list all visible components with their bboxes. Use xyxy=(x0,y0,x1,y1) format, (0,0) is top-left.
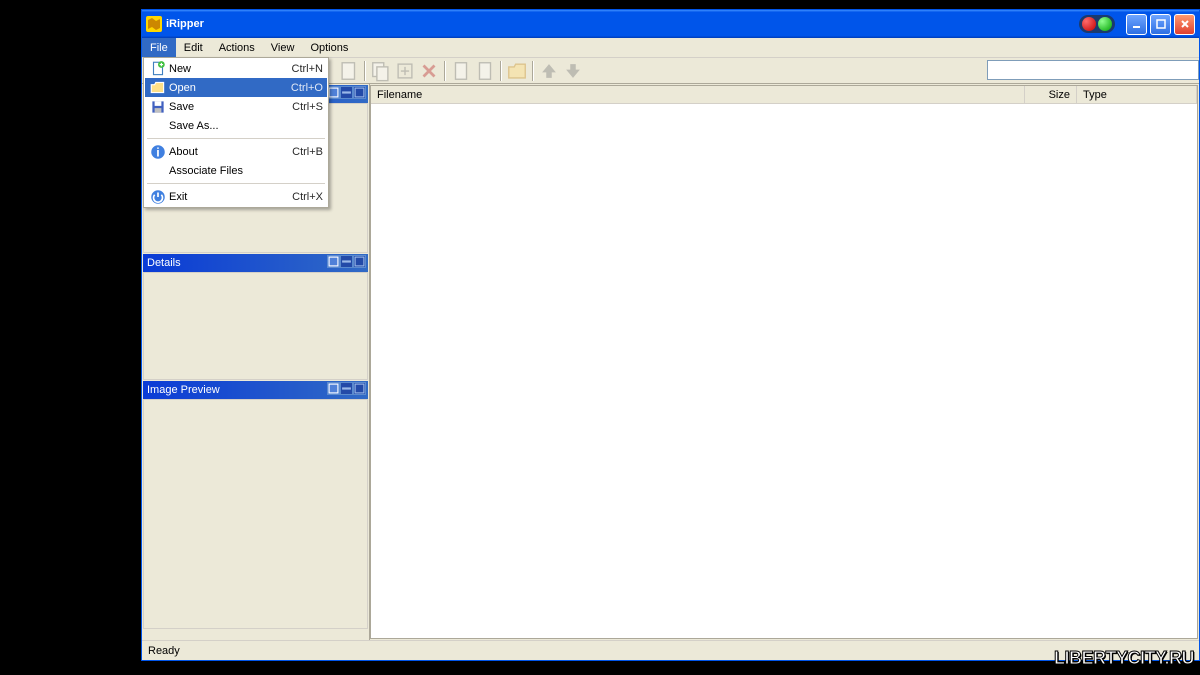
panel-btn-window-icon[interactable] xyxy=(327,382,340,395)
menu-item-associate-files[interactable]: Associate Files xyxy=(145,161,327,180)
menu-separator xyxy=(147,138,325,139)
panel-preview-header[interactable]: Image Preview xyxy=(143,381,368,399)
menu-item-shortcut: Ctrl+B xyxy=(292,146,323,158)
menu-item-label: About xyxy=(169,146,292,158)
menu-item-open[interactable]: Open Ctrl+O xyxy=(145,78,327,97)
panel-preview-title: Image Preview xyxy=(147,384,220,396)
toolbar-doc1-icon[interactable] xyxy=(450,60,472,82)
menu-item-label: Associate Files xyxy=(169,165,323,177)
menu-edit[interactable]: Edit xyxy=(176,38,211,57)
panel-btn-window-icon[interactable] xyxy=(327,255,340,268)
panel-btn-close-icon[interactable] xyxy=(353,255,366,268)
menu-item-new[interactable]: New Ctrl+N xyxy=(145,59,327,78)
panel-btn-close-icon[interactable] xyxy=(353,86,366,99)
panel-details-body xyxy=(143,272,368,380)
nvidia-dot-icon xyxy=(1098,17,1112,31)
panel-btn-close-icon[interactable] xyxy=(353,382,366,395)
col-filename[interactable]: Filename xyxy=(371,86,1025,103)
menu-item-shortcut: Ctrl+O xyxy=(291,82,323,94)
app-icon xyxy=(146,16,162,32)
svg-text:i: i xyxy=(156,145,159,159)
toolbar-down-icon[interactable] xyxy=(562,60,584,82)
minimize-button[interactable] xyxy=(1126,14,1147,35)
open-folder-icon xyxy=(149,80,167,96)
menu-item-label: Save xyxy=(169,101,292,113)
menu-item-shortcut: Ctrl+S xyxy=(292,101,323,113)
blank-icon xyxy=(149,163,167,179)
record-dot-icon xyxy=(1082,17,1096,31)
toolbar-folder-icon[interactable] xyxy=(506,60,528,82)
toolbar-separator xyxy=(444,61,446,81)
panel-btn-collapse-icon[interactable] xyxy=(340,255,353,268)
titlebar-buttons xyxy=(1079,14,1195,35)
about-info-icon: i xyxy=(149,144,167,160)
panel-preview-body xyxy=(143,399,368,629)
list-body[interactable] xyxy=(371,104,1197,638)
statusbar: Ready xyxy=(142,640,1199,660)
toolbar-separator xyxy=(500,61,502,81)
maximize-button[interactable] xyxy=(1150,14,1171,35)
menu-options[interactable]: Options xyxy=(302,38,356,57)
panel-details-title: Details xyxy=(147,257,181,269)
panel-btn-collapse-icon[interactable] xyxy=(340,86,353,99)
toolbar-copy-icon[interactable] xyxy=(370,60,392,82)
exit-icon xyxy=(149,189,167,205)
main-list: Filename Size Type xyxy=(370,85,1198,639)
menu-actions[interactable]: Actions xyxy=(211,38,263,57)
toolbar-new-icon[interactable] xyxy=(338,60,360,82)
menu-item-label: Save As... xyxy=(169,120,323,132)
menu-item-save-as[interactable]: Save As... xyxy=(145,116,327,135)
status-text: Ready xyxy=(148,645,180,657)
toolbar-delete-icon[interactable] xyxy=(418,60,440,82)
search-input[interactable] xyxy=(987,60,1199,80)
window-title: iRipper xyxy=(166,18,1079,30)
panel-details-header[interactable]: Details xyxy=(143,254,368,272)
toolbar-export-icon[interactable] xyxy=(394,60,416,82)
toolbar-separator xyxy=(532,61,534,81)
watermark: LIBERTYCITY.RU xyxy=(1054,648,1194,669)
blank-icon xyxy=(149,118,167,134)
menu-item-label: Exit xyxy=(169,191,292,203)
panel-details: Details xyxy=(143,254,368,380)
menubar: File Edit Actions View Options xyxy=(142,38,1199,58)
titlebar[interactable]: iRipper xyxy=(142,10,1199,38)
menu-item-shortcut: Ctrl+X xyxy=(292,191,323,203)
toolbar-doc2-icon[interactable] xyxy=(474,60,496,82)
menu-item-exit[interactable]: Exit Ctrl+X xyxy=(145,187,327,206)
panel-btn-collapse-icon[interactable] xyxy=(340,382,353,395)
save-disk-icon xyxy=(149,99,167,115)
close-button[interactable] xyxy=(1174,14,1195,35)
col-size[interactable]: Size xyxy=(1025,86,1077,103)
col-type[interactable]: Type xyxy=(1077,86,1197,103)
menu-item-shortcut: Ctrl+N xyxy=(292,63,323,75)
toolbar-up-icon[interactable] xyxy=(538,60,560,82)
menu-view[interactable]: View xyxy=(263,38,303,57)
nvidia-tray-pill[interactable] xyxy=(1079,15,1115,33)
toolbar-separator xyxy=(364,61,366,81)
menu-item-about[interactable]: i About Ctrl+B xyxy=(145,142,327,161)
menu-file[interactable]: File xyxy=(142,38,176,57)
menu-item-label: Open xyxy=(169,82,291,94)
menu-separator xyxy=(147,183,325,184)
menu-item-label: New xyxy=(169,63,292,75)
file-menu-dropdown: New Ctrl+N Open Ctrl+O Save Ctrl+S Save … xyxy=(143,57,329,208)
list-header: Filename Size Type xyxy=(371,86,1197,104)
menu-item-save[interactable]: Save Ctrl+S xyxy=(145,97,327,116)
panel-image-preview: Image Preview xyxy=(143,381,368,629)
new-file-icon xyxy=(149,61,167,77)
